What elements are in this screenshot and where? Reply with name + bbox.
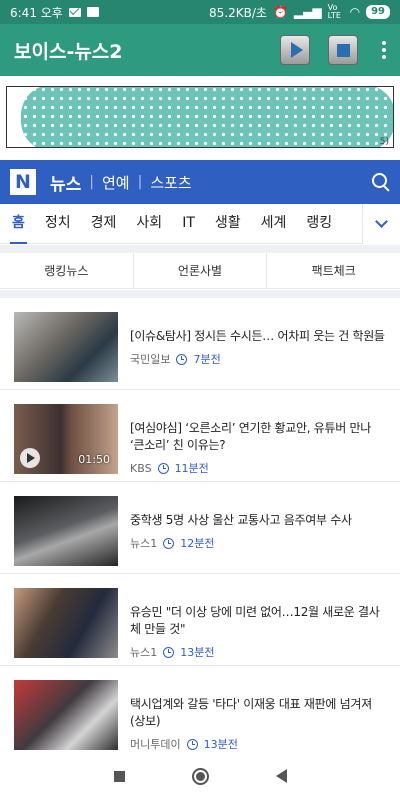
tab-economy[interactable]: 경제	[91, 204, 117, 244]
sub-tab-fact-check[interactable]: 팩트체크	[267, 253, 400, 288]
tab-living[interactable]: 생활	[215, 204, 241, 244]
news-time: 7분전	[193, 353, 221, 366]
news-source: 뉴스1	[130, 646, 158, 659]
news-title[interactable]: 중학생 5명 사상 울산 교통사고 음주여부 수사	[130, 512, 386, 529]
sub-tabs: 랭킹뉴스 언론사별 팩트체크	[0, 253, 400, 289]
search-icon[interactable]	[372, 173, 390, 191]
recents-button[interactable]	[113, 770, 125, 782]
news-item[interactable]: 택시업계와 갈등 '타다' 이재웅 대표 재판에 넘겨져(상보) 머니투데이 1…	[0, 666, 400, 758]
section-news[interactable]: 뉴스	[50, 170, 81, 195]
news-thumbnail[interactable]	[14, 312, 118, 382]
tab-politics[interactable]: 정치	[45, 204, 71, 244]
tab-world[interactable]: 세계	[261, 204, 287, 244]
section-gap	[0, 290, 400, 298]
back-button[interactable]	[275, 769, 287, 783]
network-speed: 85.2KB/초	[209, 5, 267, 20]
category-expand-button[interactable]	[362, 204, 400, 244]
ad-dots-pattern	[21, 87, 393, 147]
more-vert-icon[interactable]	[382, 41, 386, 59]
app-bar: 보이스-뉴스2	[0, 24, 400, 76]
status-bar: 6:41 오후 85.2KB/초 ⏰ ▂▄▆ Vo LTE ◠ 99	[0, 0, 400, 24]
alarm-icon: ⏰	[272, 5, 288, 19]
category-tabs: 홈 정치 경제 사회 IT 생활 세계 랭킹	[0, 204, 400, 244]
app-title: 보이스-뉴스2	[14, 40, 123, 63]
clock-icon	[157, 462, 169, 474]
news-time: 11분전	[174, 462, 209, 475]
wifi-icon: ◠	[349, 5, 361, 19]
home-button[interactable]	[191, 767, 209, 785]
section-gap	[0, 245, 400, 253]
news-thumbnail[interactable]: 01:50	[14, 404, 118, 474]
news-source: KBS	[130, 461, 152, 475]
stop-icon	[336, 43, 350, 57]
volte-label: Vo LTE	[327, 3, 341, 20]
news-source: 뉴스1	[130, 537, 158, 550]
news-thumbnail[interactable]	[14, 588, 118, 658]
signal-icon: ▂▄▆	[293, 5, 322, 19]
ad-corner-label: 5)	[379, 137, 389, 147]
sub-tab-by-press[interactable]: 언론사별	[134, 253, 268, 288]
stop-button[interactable]	[328, 35, 358, 65]
news-thumbnail[interactable]	[14, 496, 118, 566]
clock-icon	[163, 537, 175, 549]
news-item[interactable]: [이슈&탐사] 정시든 수시든… 어차피 웃는 건 학원들 국민일보 7분전	[0, 298, 400, 390]
news-source: 국민일보	[130, 353, 171, 366]
chevron-down-icon	[375, 215, 388, 228]
mail-icon	[68, 7, 81, 17]
system-nav-bar	[0, 752, 400, 800]
section-divider: |	[89, 174, 94, 190]
status-time: 6:41 오후	[10, 5, 63, 20]
section-sports[interactable]: 스포츠	[150, 172, 191, 193]
section-entertainment[interactable]: 연예	[102, 172, 130, 193]
tab-ranking[interactable]: 랭킹	[306, 204, 332, 244]
news-time: 13분전	[203, 738, 238, 751]
tab-home[interactable]: 홈	[10, 204, 27, 244]
news-title[interactable]: 유승민 "더 이상 당에 미련 없어…12월 새로운 결사체 만들 것"	[130, 604, 386, 638]
news-thumbnail[interactable]	[14, 680, 118, 750]
play-button[interactable]	[280, 35, 310, 65]
news-item[interactable]: 중학생 5명 사상 울산 교통사고 음주여부 수사 뉴스1 12분전	[0, 482, 400, 574]
news-title[interactable]: 택시업계와 갈등 '타다' 이재웅 대표 재판에 넘겨져(상보)	[130, 696, 386, 730]
section-nav: 뉴스 | 연예 | 스포츠	[50, 170, 192, 195]
news-list: [이슈&탐사] 정시든 수시든… 어차피 웃는 건 학원들 국민일보 7분전 0…	[0, 298, 400, 758]
section-divider: |	[137, 174, 143, 190]
news-item[interactable]: 유승민 "더 이상 당에 미련 없어…12월 새로운 결사체 만들 것" 뉴스1…	[0, 574, 400, 666]
news-title[interactable]: [이슈&탐사] 정시든 수시든… 어차피 웃는 건 학원들	[130, 328, 386, 345]
clock-icon	[176, 353, 188, 365]
image-notification-icon	[86, 7, 99, 17]
tab-it[interactable]: IT	[182, 204, 195, 244]
naver-header: N 뉴스 | 연예 | 스포츠	[0, 160, 400, 204]
clock-icon	[163, 646, 175, 658]
play-icon	[290, 42, 303, 58]
naver-logo[interactable]: N	[10, 169, 36, 195]
tab-society[interactable]: 사회	[136, 204, 162, 244]
news-title[interactable]: [여심야심] ‘오른소리’ 연기한 황교안, 유튜버 만나 ‘큰소리’ 친 이유…	[130, 420, 386, 454]
video-duration: 01:50	[78, 453, 110, 466]
screen: 6:41 오후 85.2KB/초 ⏰ ▂▄▆ Vo LTE ◠ 99 보이스-뉴…	[0, 0, 400, 800]
clock-icon	[186, 738, 198, 750]
news-item[interactable]: 01:50 [여심야심] ‘오른소리’ 연기한 황교안, 유튜버 만나 ‘큰소리…	[0, 390, 400, 482]
news-time: 13분전	[180, 646, 215, 659]
battery-indicator: 99	[366, 5, 390, 19]
news-time: 12분전	[180, 537, 215, 550]
ad-banner[interactable]: 5)	[6, 86, 394, 148]
sub-tab-ranking-news[interactable]: 랭킹뉴스	[0, 253, 134, 288]
video-play-icon[interactable]	[20, 448, 40, 468]
news-source: 머니투데이	[130, 738, 181, 751]
